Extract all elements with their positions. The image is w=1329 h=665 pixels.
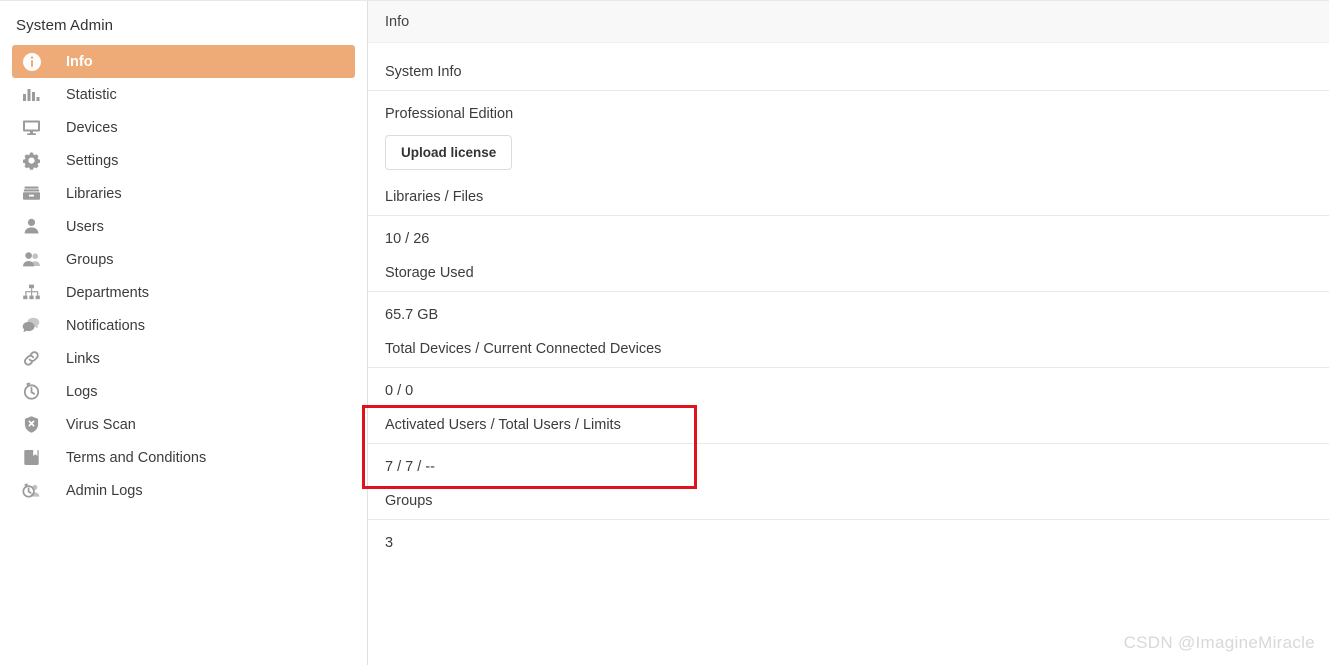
info-row-libraries-files: Libraries / Files 10 / 26 [368,188,1329,264]
sidebar-item-links[interactable]: Links [12,342,355,375]
info-list: System Info Professional Edition Upload … [362,43,1329,568]
monitor-icon [22,117,48,139]
info-row-value: 3 [385,535,394,551]
sidebar-item-label: Libraries [66,185,122,202]
info-row-system-info: System Info Professional Edition Upload … [368,63,1329,188]
watermark: CSDN @ImagineMiracle [1123,633,1315,652]
book-icon [22,447,48,469]
sidebar-item-label: Groups [66,251,114,268]
system-admin-page: System Admin Info Statistic Devices Sett… [0,0,1329,665]
file-cabinet-icon [22,183,48,205]
info-row-label: Total Devices / Current Connected Device… [368,340,1329,368]
bar-chart-icon [22,84,48,106]
sidebar-item-label: Notifications [66,317,145,334]
org-chart-icon [22,282,48,304]
clock-user-icon [22,480,48,502]
upload-license-button[interactable]: Upload license [385,135,513,170]
sidebar-item-settings[interactable]: Settings [12,144,355,177]
info-row-label: Storage Used [368,264,1329,292]
sidebar-item-admin-logs[interactable]: Admin Logs [12,474,355,507]
sidebar-item-notifications[interactable]: Notifications [12,309,355,342]
info-row-label: Activated Users / Total Users / Limits [368,416,1329,444]
sidebar-item-label: Departments [66,284,150,301]
info-row-label: Groups [368,492,1329,520]
sidebar-item-departments[interactable]: Departments [12,276,355,309]
sidebar-item-label: Info [66,53,93,70]
sidebar-item-libraries[interactable]: Libraries [12,177,355,210]
page-title: System Admin [16,17,114,34]
sidebar-item-logs[interactable]: Logs [12,375,355,408]
sidebar-item-users[interactable]: Users [12,210,355,243]
sidebar-item-label: Virus Scan [66,416,136,433]
info-row-value: 7 / 7 / -- [385,459,435,475]
sidebar-item-label: Devices [66,119,118,136]
sidebar-item-label: Links [66,350,100,367]
speech-bubbles-icon [22,315,48,337]
sidebar-item-devices[interactable]: Devices [12,111,355,144]
sidebar: System Admin Info Statistic Devices Sett… [0,1,368,665]
user-icon [22,216,48,238]
info-row-groups: Groups 3 [368,492,1329,568]
sidebar-nav: Info Statistic Devices Settings Librarie… [0,45,367,507]
info-circle-icon [22,51,48,73]
sidebar-item-label: Users [66,218,104,235]
info-row-value: 65.7 GB [385,307,439,323]
info-row-label: System Info [368,63,1329,91]
sidebar-item-virus-scan[interactable]: Virus Scan [12,408,355,441]
shield-x-icon [22,414,48,436]
content-header: Info [368,1,1329,43]
users-group-icon [22,249,48,271]
sidebar-item-label: Settings [66,152,119,169]
sidebar-item-label: Logs [66,383,98,400]
sidebar-item-statistic[interactable]: Statistic [12,78,355,111]
main-content: Info System Info Professional Edition Up… [362,1,1329,665]
info-row-value: Professional Edition [385,106,514,122]
history-clock-icon [22,381,48,403]
info-row-label: Libraries / Files [368,188,1329,216]
info-row-value: 0 / 0 [385,383,414,399]
gear-icon [22,150,48,172]
sidebar-item-terms-and-conditions[interactable]: Terms and Conditions [12,441,355,474]
sidebar-item-label: Admin Logs [66,482,143,499]
sidebar-item-label: Statistic [66,86,117,103]
sidebar-item-groups[interactable]: Groups [12,243,355,276]
sidebar-item-info[interactable]: Info [12,45,355,78]
info-row-total-devices: Total Devices / Current Connected Device… [368,340,1329,416]
link-chain-icon [22,348,48,370]
sidebar-item-label: Terms and Conditions [66,449,207,466]
info-row-value: 10 / 26 [385,231,430,247]
info-row-storage-used: Storage Used 65.7 GB [368,264,1329,340]
info-row-activated-users: Activated Users / Total Users / Limits 7… [362,405,1329,492]
content-header-title: Info [385,13,410,30]
